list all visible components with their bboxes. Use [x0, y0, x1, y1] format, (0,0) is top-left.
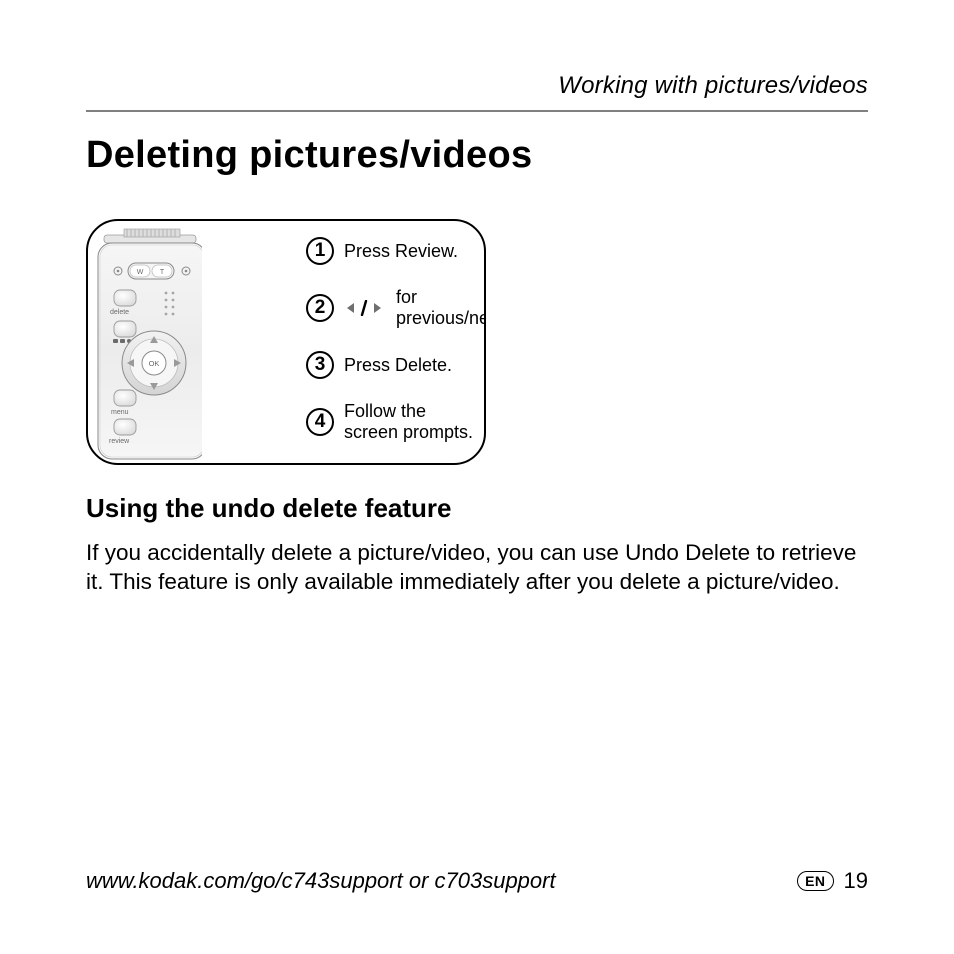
menu-label: menu: [111, 409, 129, 416]
step-text: Press Delete.: [344, 355, 452, 376]
step-number: 3: [306, 351, 334, 379]
step-4: 4 Follow the screen prompts.: [306, 401, 474, 443]
arrow-left-icon: [344, 301, 358, 315]
step-text: Follow the screen prompts.: [344, 401, 474, 443]
step-number: 1: [306, 237, 334, 265]
footer-url: www.kodak.com/go/c743support or c703supp…: [86, 868, 556, 894]
ok-label: OK: [149, 359, 160, 368]
step-2: 2 for previous/next.: [306, 287, 474, 329]
prev-next-icons: [344, 300, 384, 316]
subsection-title: Using the undo delete feature: [86, 493, 868, 524]
zoom-t-label: T: [160, 269, 165, 276]
slash-icon: [360, 300, 368, 316]
instruction-panel: W T delete menu review: [86, 219, 486, 465]
step-number: 2: [306, 294, 334, 322]
page-title: Deleting pictures/videos: [86, 134, 868, 177]
page-number: 19: [844, 868, 868, 894]
review-label: review: [109, 438, 130, 445]
running-header: Working with pictures/videos: [86, 72, 868, 100]
step-1: 1 Press Review.: [306, 237, 474, 265]
header-rule: [86, 110, 868, 112]
step-3: 3 Press Delete.: [306, 351, 474, 379]
steps-list: 1 Press Review. 2 for previous/next. 3 P…: [306, 237, 474, 443]
step-text: for previous/next.: [396, 287, 486, 329]
language-badge: EN: [797, 871, 833, 891]
page-footer: www.kodak.com/go/c743support or c703supp…: [86, 868, 868, 894]
body-paragraph: If you accidentally delete a picture/vid…: [86, 538, 868, 597]
arrow-right-icon: [370, 301, 384, 315]
zoom-w-label: W: [137, 269, 144, 276]
step-number: 4: [306, 408, 334, 436]
step-text: Press Review.: [344, 241, 458, 262]
delete-label: delete: [110, 309, 129, 316]
camera-illustration: W T delete menu review: [94, 227, 294, 461]
